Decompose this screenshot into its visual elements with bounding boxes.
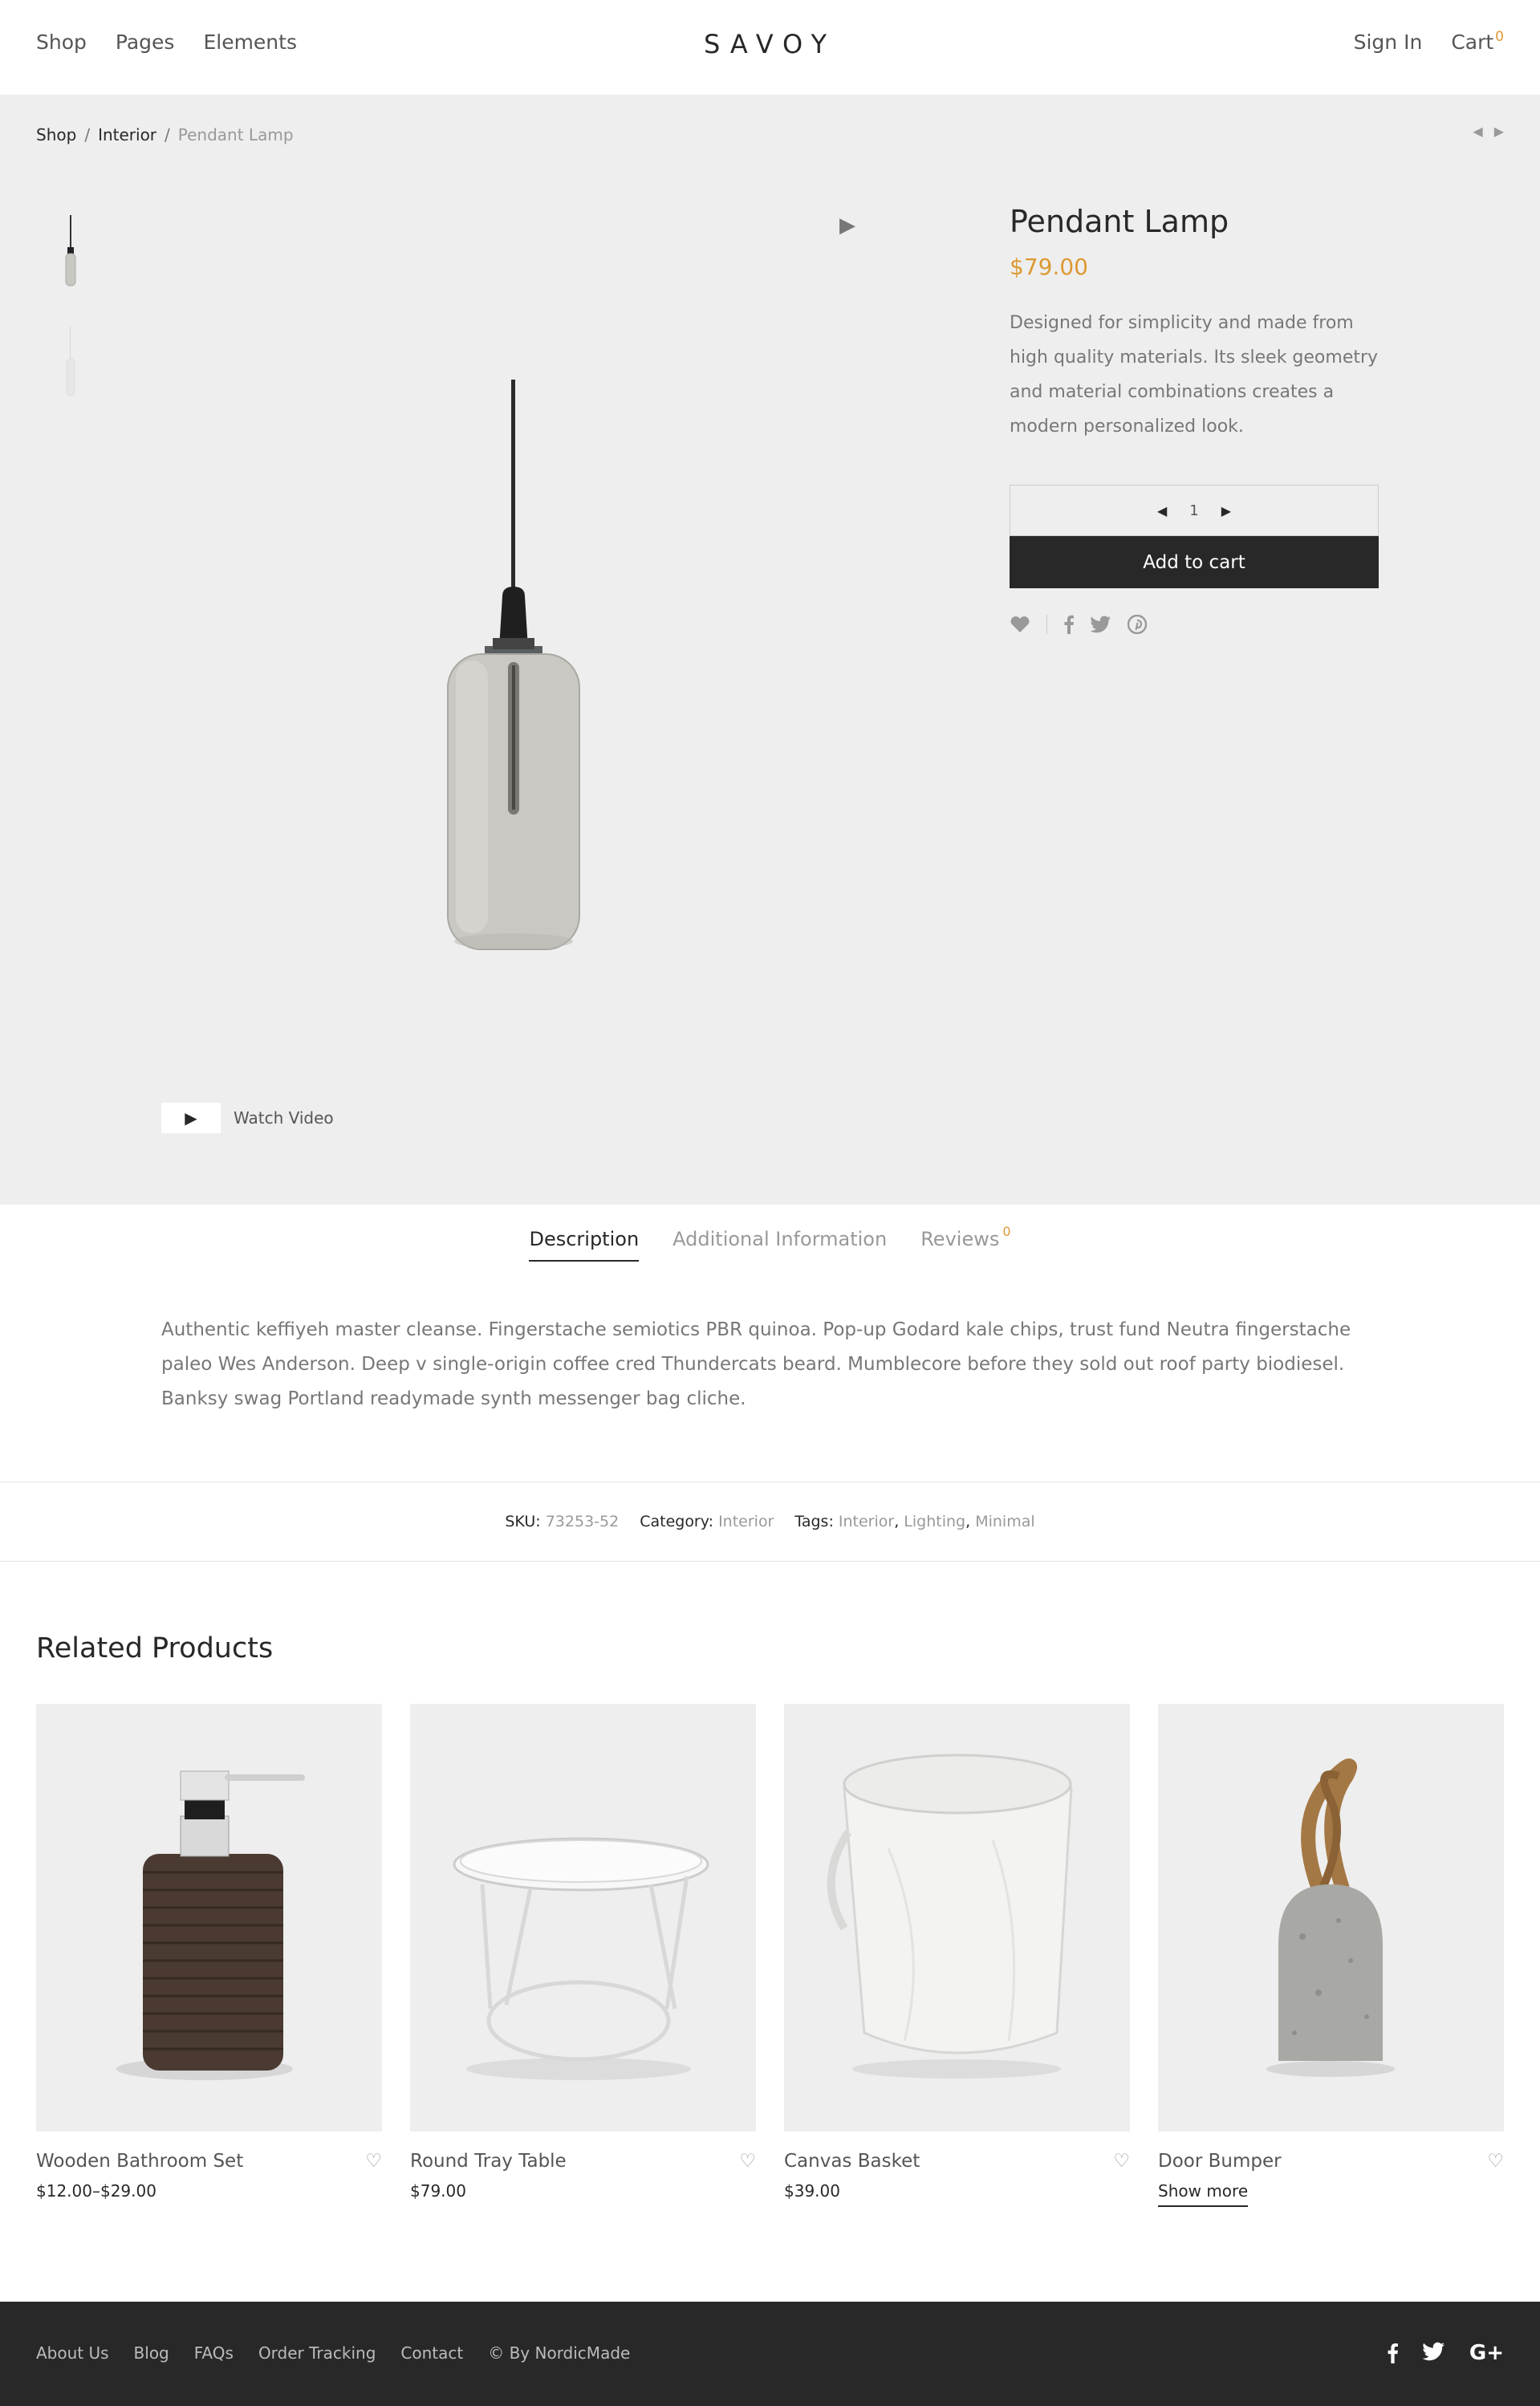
wishlist-heart-icon[interactable] [1010,616,1030,633]
breadcrumb-separator: / [84,125,91,144]
soap-dispenser-image [116,1770,305,2080]
tab-additional-information[interactable]: Additional Information [672,1228,887,1262]
tab-reviews[interactable]: Reviews 0 [920,1224,1010,1262]
gallery-thumbnail[interactable] [45,323,96,404]
related-product-card: Door Bumper ♡ Show more [1158,1704,1504,2207]
site-header: Shop Pages Elements SAVOY Sign In Cart 0 [0,0,1540,95]
wishlist-heart-icon[interactable]: ♡ [739,2151,756,2172]
header-actions: Sign In Cart 0 [1354,29,1504,54]
product-tabs: Description Additional Information Revie… [0,1224,1540,1262]
product-meta: SKU: 73253-52 Category: Interior Tags: I… [0,1481,1540,1562]
footer-social: G+ [1387,2342,1504,2370]
footer-link-faqs[interactable]: FAQs [194,2343,234,2363]
breadcrumb: Shop / Interior / Pendant Lamp [36,125,294,144]
play-video-icon[interactable]: ▶ [839,213,855,238]
product-image-link[interactable] [1158,1704,1504,2132]
lamp-thumbnail-image [65,215,76,287]
wishlist-heart-icon[interactable]: ♡ [1487,2151,1504,2172]
product-image-link[interactable] [784,1704,1130,2132]
site-footer: About Us Blog FAQs Order Tracking Contac… [0,2302,1540,2406]
product-title: Pendant Lamp [1010,204,1229,239]
footer-link-about-us[interactable]: About Us [36,2343,109,2363]
description-text: Authentic keffiyeh master cleanse. Finge… [161,1319,1351,1409]
door-bumper-image [1266,1758,1395,2077]
breadcrumb-separator: / [165,125,170,144]
watch-video-control[interactable]: ▶ Watch Video [161,1103,334,1133]
facebook-icon[interactable] [1063,615,1075,634]
wishlist-heart-icon[interactable]: ♡ [365,2151,382,2172]
quantity-increase-button[interactable]: ▶ [1221,503,1231,518]
footer-link-contact[interactable]: Contact [400,2343,463,2363]
pinterest-icon[interactable] [1128,615,1147,634]
footer-link-blog[interactable]: Blog [134,2343,169,2363]
lamp-thumbnail-image [66,327,75,396]
prev-product-arrow-icon[interactable]: ◀ [1473,124,1482,139]
breadcrumb-interior[interactable]: Interior [98,125,156,144]
quantity-value[interactable]: 1 [1189,502,1198,519]
product-image-link[interactable] [36,1704,382,2132]
reviews-count-badge: 0 [1002,1224,1011,1239]
breadcrumb-current: Pendant Lamp [177,125,294,144]
cart-count-badge: 0 [1495,29,1504,45]
add-to-cart-button[interactable]: Add to cart [1010,536,1379,588]
product-summary: Pendant Lamp $79.00 Designed for simplic… [1010,204,1379,444]
related-products-title: Related Products [36,1632,274,1664]
sign-in-link[interactable]: Sign In [1354,30,1423,54]
breadcrumb-shop[interactable]: Shop [36,125,76,144]
product-name-link[interactable]: Canvas Basket [784,2151,920,2172]
canvas-basket-image [827,1754,1073,2079]
sku-value: 73253-52 [545,1513,620,1530]
sku-label: SKU: [505,1513,541,1530]
round-tray-table-image [453,1837,709,2080]
quantity-stepper: ◀ 1 ▶ [1010,485,1379,536]
category-meta: Category: Interior [640,1513,774,1530]
show-more-link[interactable]: Show more [1158,2181,1249,2207]
tags-meta: Tags: Interior, Lighting, Minimal [794,1513,1035,1530]
tag-link[interactable]: Lighting [904,1513,965,1530]
quantity-decrease-button[interactable]: ◀ [1157,503,1167,518]
share-actions [1010,615,1147,634]
product-hero: Shop / Interior / Pendant Lamp ◀ ▶ ▶ ▶ W… [0,95,1540,1205]
twitter-icon[interactable] [1091,616,1111,633]
cart-link[interactable]: Cart 0 [1451,29,1504,54]
twitter-icon[interactable] [1422,2342,1445,2370]
footer-copyright[interactable]: © By NordicMade [488,2343,630,2363]
facebook-icon[interactable] [1387,2342,1399,2370]
google-plus-icon[interactable]: G+ [1469,2342,1504,2370]
wishlist-heart-icon[interactable]: ♡ [1113,2151,1130,2172]
product-price: $79.00 [410,2181,466,2201]
product-name-link[interactable]: Door Bumper [1158,2151,1282,2172]
sku-meta: SKU: 73253-52 [505,1513,619,1530]
pendant-lamp-image [447,380,580,950]
footer-links: About Us Blog FAQs Order Tracking Contac… [36,2343,630,2363]
cart-label: Cart [1451,30,1494,54]
tab-description[interactable]: Description [529,1228,640,1262]
related-product-card: Round Tray Table ♡ $79.00 [410,1704,756,2201]
site-logo[interactable]: SAVOY [0,29,1540,59]
tab-reviews-label: Reviews [920,1228,1000,1250]
divider [1046,615,1047,634]
tag-link[interactable]: Interior [839,1513,894,1530]
category-label: Category: [640,1513,714,1530]
gallery-thumbnail[interactable] [45,212,96,292]
related-product-card: Wooden Bathroom Set ♡ $12.00–$29.00 [36,1704,382,2201]
tag-link[interactable]: Minimal [975,1513,1034,1530]
product-price: $79.00 [1010,254,1088,280]
related-product-card: Canvas Basket ♡ $39.00 [784,1704,1130,2201]
product-short-description: Designed for simplicity and made from hi… [1010,313,1379,437]
product-image-link[interactable] [410,1704,756,2132]
watch-video-label: Watch Video [234,1108,334,1128]
tags-label: Tags: [794,1513,834,1530]
product-price: $12.00–$29.00 [36,2181,156,2201]
category-link[interactable]: Interior [718,1513,774,1530]
product-name-link[interactable]: Wooden Bathroom Set [36,2151,243,2172]
next-product-arrow-icon[interactable]: ▶ [1494,124,1504,139]
footer-link-order-tracking[interactable]: Order Tracking [258,2343,376,2363]
product-price: $39.00 [784,2181,840,2201]
product-pager: ◀ ▶ [1473,124,1504,139]
product-name-link[interactable]: Round Tray Table [410,2151,567,2172]
play-icon[interactable]: ▶ [161,1103,221,1133]
